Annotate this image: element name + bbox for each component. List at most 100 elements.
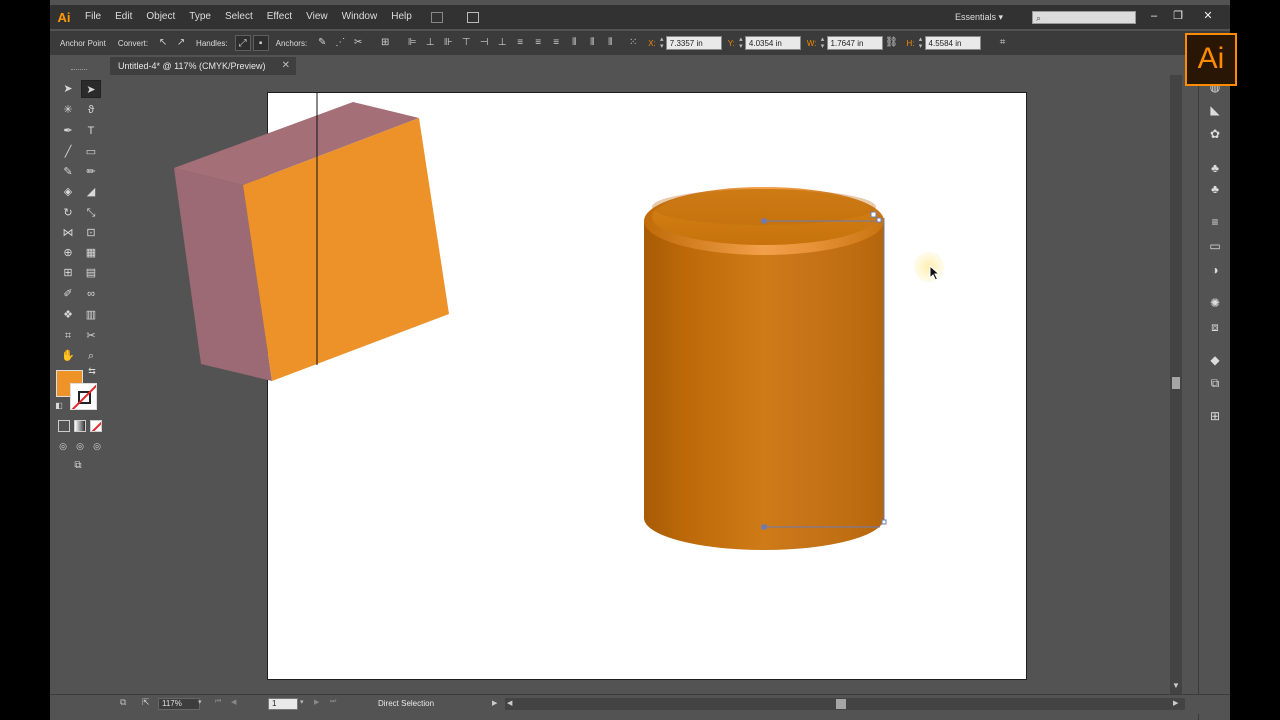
h-field[interactable]: 4.5584 in <box>924 36 981 50</box>
menu-effect[interactable]: Effect <box>260 5 299 29</box>
prev-artboard-icon[interactable]: ◀ <box>231 698 236 706</box>
menu-view[interactable]: View <box>299 5 335 29</box>
menu-help[interactable]: Help <box>384 5 419 29</box>
swap-fill-stroke-icon[interactable]: ⇆ <box>86 365 98 377</box>
perspective-grid-tool-icon[interactable]: ▦ <box>81 244 101 262</box>
blend-tool-icon[interactable]: ∞ <box>81 285 101 303</box>
screen-mode-icon[interactable]: ⧉ <box>68 457 88 475</box>
minimize-button[interactable]: – <box>1144 5 1164 29</box>
rotate-tool-icon[interactable]: ↻ <box>58 204 78 222</box>
column-graph-tool-icon[interactable]: ▥ <box>81 306 101 324</box>
lasso-tool-icon[interactable]: ϑ <box>81 101 101 119</box>
symbol-sprayer-tool-icon[interactable]: ❖ <box>58 306 78 324</box>
hand-tool-icon[interactable]: ✋ <box>58 347 78 365</box>
distribute-center-icon[interactable]: ⫴ <box>584 35 600 51</box>
rectangle-tool-icon[interactable]: ▭ <box>81 143 101 161</box>
swatches-icon[interactable]: ◣ <box>1207 102 1223 118</box>
workspace-switcher[interactable]: Essentials ▾ <box>955 5 1003 29</box>
restore-button[interactable]: ❐ <box>1168 5 1188 29</box>
mesh-tool-icon[interactable]: ⊞ <box>58 264 78 282</box>
show-handles-icon[interactable]: ⤢ <box>234 35 251 51</box>
zoom-level-field[interactable]: 117% <box>158 698 200 710</box>
h-spinner[interactable]: ▴ ▾ <box>917 36 925 50</box>
document-tab[interactable]: Untitled-4* @ 117% (CMYK/Preview) ✕ <box>110 57 296 75</box>
hide-handles-icon[interactable]: ▪ <box>252 35 269 51</box>
scale-tool-icon[interactable]: ⤡ <box>81 204 101 222</box>
artboard-navigation-icon[interactable]: ⧉ <box>120 697 126 708</box>
w-spinner[interactable]: ▴ ▾ <box>819 36 827 50</box>
align-top-icon[interactable]: ⊤ <box>458 35 474 51</box>
eyedropper-tool-icon[interactable]: ✐ <box>58 285 78 303</box>
remove-anchor-icon[interactable]: ✎ <box>314 35 330 51</box>
align-left-icon[interactable]: ⊫ <box>404 35 420 51</box>
distribute-bottom-icon[interactable]: ≡ <box>548 35 564 51</box>
menu-type[interactable]: Type <box>182 5 218 29</box>
artboard-number-field[interactable]: 1 <box>268 698 298 710</box>
w-field[interactable]: 1.7647 in <box>826 36 883 50</box>
draw-inside-icon[interactable]: ◎ <box>89 437 105 455</box>
paintbrush-tool-icon[interactable]: ✎ <box>58 163 78 181</box>
brushes-icon[interactable]: ✿ <box>1207 126 1223 142</box>
free-transform-tool-icon[interactable]: ⊡ <box>81 224 101 242</box>
convert-to-corner-icon[interactable]: ↖ <box>155 35 171 51</box>
current-tool-status[interactable]: Direct Selection <box>378 699 434 708</box>
connect-anchors-icon[interactable]: ⋰ <box>332 35 348 51</box>
menu-window[interactable]: Window <box>335 5 385 29</box>
blob-brush-tool-icon[interactable]: ◈ <box>58 183 78 201</box>
zoom-dropdown-icon[interactable]: ▾ <box>198 698 202 706</box>
panel-grip[interactable] <box>71 69 87 72</box>
align-center-icon[interactable]: ⊥ <box>422 35 438 51</box>
reference-point-icon[interactable]: ⁙ <box>625 35 641 51</box>
link-proportions-icon[interactable]: ⛓ <box>884 35 900 51</box>
transform-icon[interactable]: ⌗ <box>995 35 1011 51</box>
color-mode-icon[interactable] <box>58 420 70 432</box>
align-right-icon[interactable]: ⊪ <box>440 35 456 51</box>
convert-to-smooth-icon[interactable]: ↗ <box>173 35 189 51</box>
distribute-middle-icon[interactable]: ≡ <box>530 35 546 51</box>
align-panel-icon[interactable]: ⊞ <box>1207 408 1223 424</box>
distribute-top-icon[interactable]: ≡ <box>512 35 528 51</box>
default-fill-stroke-icon[interactable]: ◧ <box>53 400 65 412</box>
y-field[interactable]: 4.0354 in <box>744 36 801 50</box>
gradient-panel-icon[interactable]: ▭ <box>1207 238 1223 254</box>
artboard-dropdown-icon[interactable]: ▾ <box>300 698 304 706</box>
search-input[interactable]: ⌕ <box>1032 11 1136 24</box>
pencil-tool-icon[interactable]: ✏ <box>81 163 101 181</box>
isolate-icon[interactable]: ⊞ <box>377 35 393 51</box>
horizontal-scrollbar[interactable]: ◀ ▶ <box>505 698 1185 710</box>
close-tab-icon[interactable]: ✕ <box>282 57 290 75</box>
image-trace-icon[interactable]: ⧈ <box>1207 319 1223 335</box>
type-tool-icon[interactable]: T <box>81 122 101 140</box>
zoom-tool-icon[interactable]: ⌕ <box>81 347 101 365</box>
distribute-left-icon[interactable]: ⫴ <box>566 35 582 51</box>
direct-selection-tool-icon[interactable]: ➤ <box>81 80 101 98</box>
gradient-tool-icon[interactable]: ▤ <box>81 264 101 282</box>
align-bottom-icon[interactable]: ⊥ <box>494 35 510 51</box>
graphic-styles-icon[interactable]: ♣ <box>1207 181 1223 197</box>
cut-path-icon[interactable]: ✂ <box>350 35 366 51</box>
menu-edit[interactable]: Edit <box>108 5 139 29</box>
artboard-tool-icon[interactable]: ⌗ <box>58 327 78 345</box>
transparency-icon[interactable]: ◑ <box>1207 262 1223 278</box>
cylinder-body[interactable] <box>644 221 884 550</box>
scroll-right-icon[interactable]: ▶ <box>1173 699 1178 707</box>
symbols-icon[interactable]: ♣ <box>1207 160 1223 176</box>
artboards-panel-icon[interactable]: ⧉ <box>1207 375 1223 391</box>
arrange-documents-icon[interactable] <box>466 11 479 23</box>
scroll-down-icon[interactable]: ▼ <box>1172 681 1180 690</box>
cylinder-object[interactable] <box>644 187 884 550</box>
selection-tool-icon[interactable]: ➤ <box>58 80 78 98</box>
export-icon[interactable]: ⇱ <box>142 697 150 708</box>
none-mode-icon[interactable] <box>90 420 102 432</box>
vertical-scroll-thumb[interactable] <box>1172 377 1180 389</box>
menu-object[interactable]: Object <box>139 5 182 29</box>
y-spinner[interactable]: ▴ ▾ <box>737 36 745 50</box>
menu-select[interactable]: Select <box>218 5 260 29</box>
bridge-icon[interactable] <box>430 11 443 23</box>
last-artboard-icon[interactable]: ⏭ <box>330 698 336 706</box>
appearance-icon[interactable]: ✺ <box>1207 295 1223 311</box>
gradient-mode-icon[interactable] <box>74 420 86 432</box>
first-artboard-icon[interactable]: ⏮ <box>215 698 221 706</box>
stroke-panel-icon[interactable]: ≡ <box>1207 214 1223 230</box>
extruded-box[interactable] <box>174 102 449 381</box>
